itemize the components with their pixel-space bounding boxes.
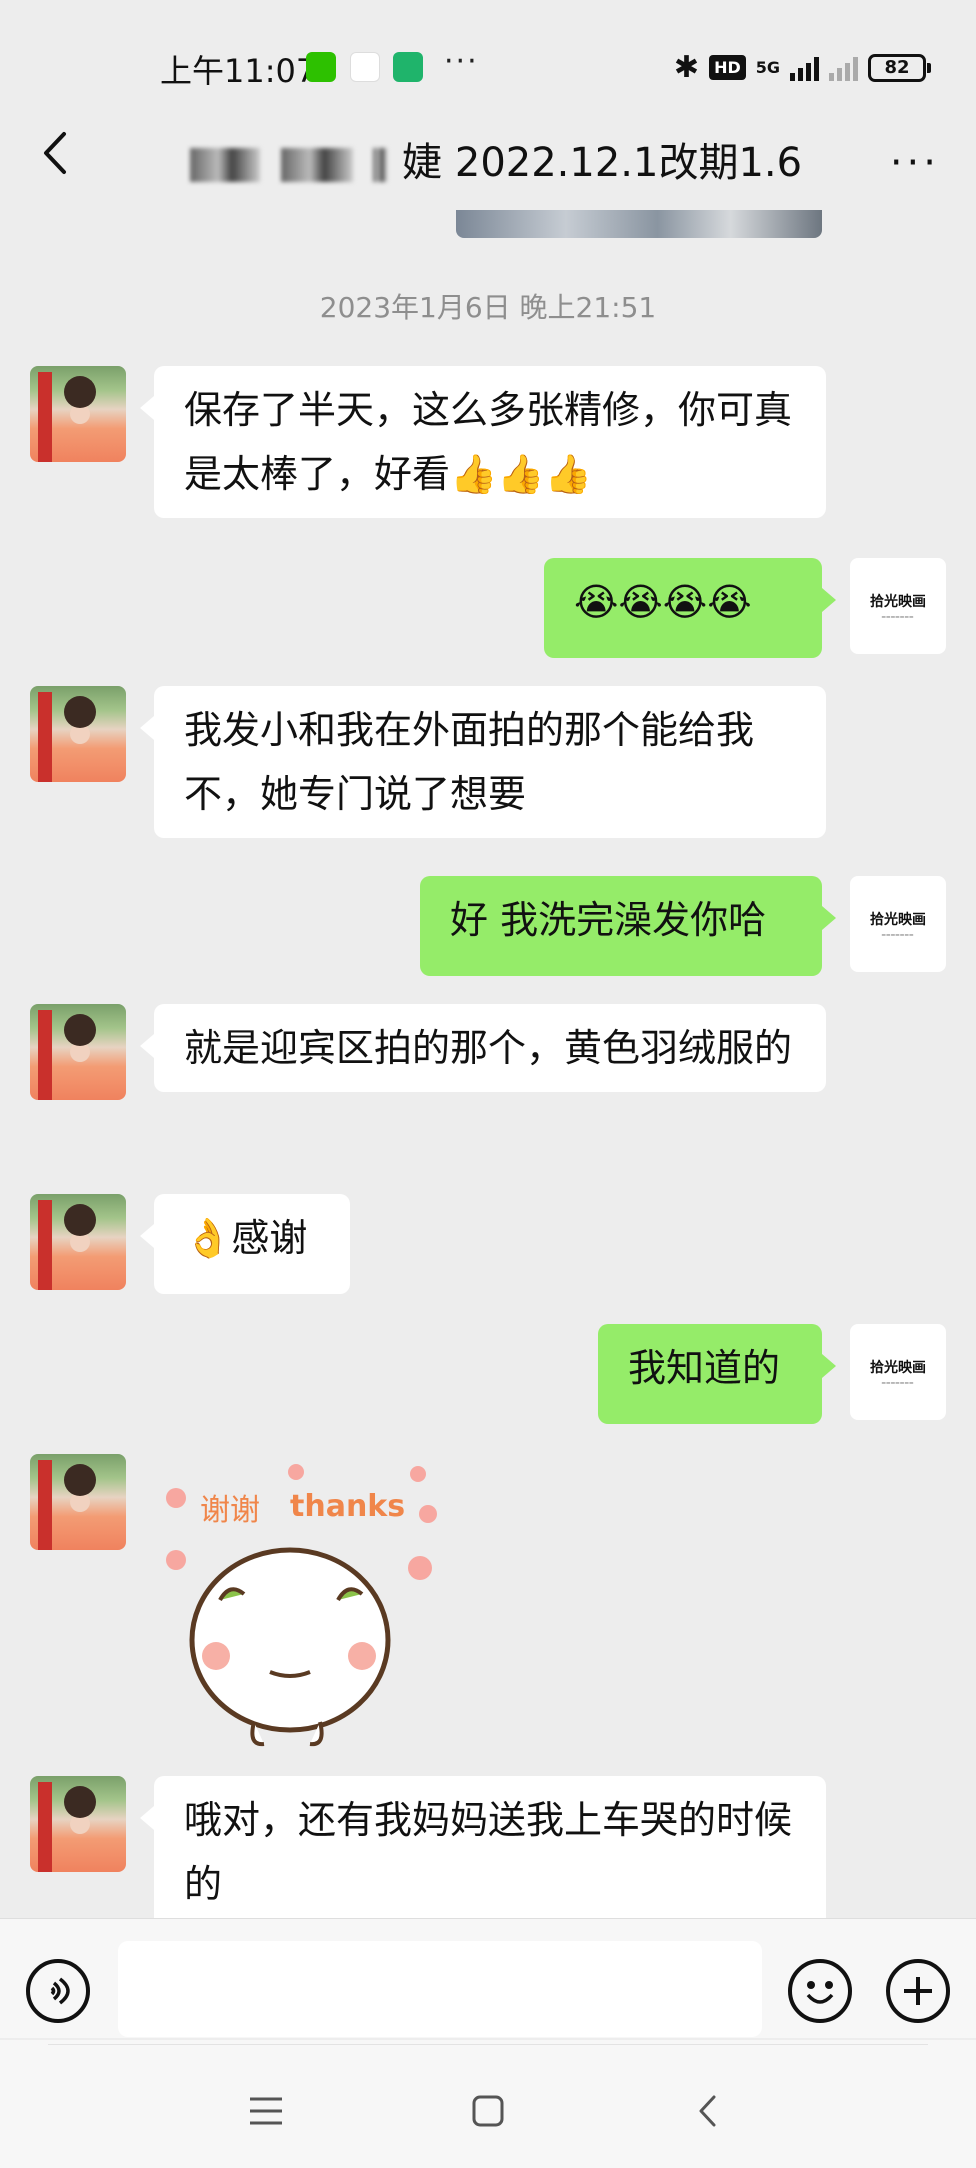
contact-avatar[interactable] xyxy=(30,366,126,462)
message-bubble-received[interactable]: 保存了半天，这么多张精修，你可真是太棒了，好看👍👍👍 xyxy=(140,366,826,518)
contact-avatar[interactable] xyxy=(30,1454,126,1550)
message-text: 哦对，还有我妈妈送我上车哭的时候的 xyxy=(184,1798,793,1906)
plus-icon[interactable] xyxy=(886,1959,950,2023)
sticker-text-en: thanks xyxy=(290,1489,405,1524)
self-avatar[interactable]: 拾光映画 ━━━━━━━ xyxy=(850,1324,946,1420)
message-text: 👌感谢 xyxy=(184,1216,308,1260)
message-input[interactable] xyxy=(118,1941,762,2037)
message-bubble-sent[interactable]: 😭😭😭😭 xyxy=(544,558,836,658)
sticker-text-cn: 谢谢 xyxy=(200,1493,260,1528)
bluetooth-icon: ✱ xyxy=(673,50,700,85)
self-avatar-subtext: ━━━━━━━ xyxy=(881,932,915,939)
message-text: 😭😭😭😭 xyxy=(574,580,752,624)
message-bubble-received[interactable]: 哦对，还有我妈妈送我上车哭的时候的 xyxy=(140,1776,826,1918)
image-message-partial[interactable] xyxy=(456,210,822,238)
contact-avatar[interactable] xyxy=(30,1776,126,1872)
message-bubble-received[interactable]: 我发小和我在外面拍的那个能给我不，她专门说了想要 xyxy=(140,686,826,838)
signal-secondary-icon xyxy=(829,55,858,81)
message-bubble-sent[interactable]: 好 我洗完澡发你哈 xyxy=(420,876,836,976)
message-timestamp: 2023年1月6日 晚上21:51 xyxy=(319,291,657,324)
message-bubble-sent[interactable]: 我知道的 xyxy=(598,1324,836,1424)
back-nav-icon[interactable] xyxy=(696,2094,720,2128)
chat-title-text: 婕 2022.12.1改期1.6 xyxy=(402,140,803,186)
redacted-name-block xyxy=(190,148,260,182)
contact-avatar[interactable] xyxy=(30,1004,126,1100)
contact-avatar[interactable] xyxy=(30,1194,126,1290)
battery-icon: 82 xyxy=(868,53,931,82)
flower-icon xyxy=(410,1466,426,1482)
self-avatar-subtext: ━━━━━━━ xyxy=(881,614,915,621)
flower-icon xyxy=(419,1505,437,1523)
status-right-group: ✱ HD 5G 82 xyxy=(673,50,931,85)
chat-messages[interactable]: 2023年1月6日 晚上21:51 保存了半天，这么多张精修，你可真是太棒了，好… xyxy=(0,210,976,1918)
message-text: 我发小和我在外面拍的那个能给我不，她专门说了想要 xyxy=(184,708,755,816)
redacted-name-block xyxy=(280,148,353,182)
signal-icon xyxy=(790,55,819,81)
thanks-sticker[interactable]: 谢谢 thanks xyxy=(150,1450,450,1750)
emoji-icon[interactable] xyxy=(788,1959,852,2023)
voice-input-icon[interactable] xyxy=(26,1959,90,2023)
message-bubble-received[interactable]: 就是迎宾区拍的那个，黄色羽绒服的 xyxy=(140,1004,826,1092)
status-time: 上午11:07 xyxy=(160,52,317,90)
message-bubble-received[interactable]: 👌感谢 xyxy=(140,1194,350,1294)
message-text: 就是迎宾区拍的那个，黄色羽绒服的 xyxy=(184,1026,793,1070)
flower-icon xyxy=(166,1488,186,1508)
flower-icon xyxy=(408,1556,432,1580)
system-nav-bar xyxy=(0,2040,976,2168)
menu-icon[interactable] xyxy=(248,2096,284,2126)
chat-header: 婕 2022.12.1改期1.6 ··· xyxy=(0,100,976,210)
input-bar xyxy=(0,1918,976,2038)
shield-notification-icon xyxy=(393,52,423,82)
flower-icon xyxy=(166,1550,186,1570)
back-arrow-icon[interactable] xyxy=(36,128,76,178)
self-avatar-brand: 拾光映画 xyxy=(870,1360,926,1376)
self-avatar-subtext: ━━━━━━━ xyxy=(881,1380,915,1387)
self-avatar-brand: 拾光映画 xyxy=(870,594,926,610)
hd-badge: HD xyxy=(709,55,746,80)
message-text: 保存了半天，这么多张精修，你可真是太棒了，好看👍👍👍 xyxy=(184,388,793,496)
message-text: 我知道的 xyxy=(628,1346,781,1390)
home-icon[interactable] xyxy=(472,2094,504,2128)
contact-avatar[interactable] xyxy=(30,686,126,782)
chat-title: 婕 2022.12.1改期1.6 xyxy=(190,130,802,188)
wechat-notification-icon xyxy=(306,52,336,82)
nav-divider xyxy=(48,2044,928,2045)
sticker-face xyxy=(189,1547,391,1733)
self-avatar-brand: 拾光映画 xyxy=(870,912,926,928)
flower-icon xyxy=(288,1464,304,1480)
message-text: 好 我洗完澡发你哈 xyxy=(450,898,767,942)
self-avatar[interactable]: 拾光映画 ━━━━━━━ xyxy=(850,876,946,972)
self-avatar[interactable]: 拾光映画 ━━━━━━━ xyxy=(850,558,946,654)
app-notification-icon xyxy=(350,52,380,82)
more-notifications-icon: ··· xyxy=(444,44,479,79)
network-type: 5G xyxy=(755,57,780,77)
redacted-name-block xyxy=(373,148,388,182)
more-options-icon[interactable]: ··· xyxy=(890,140,940,186)
